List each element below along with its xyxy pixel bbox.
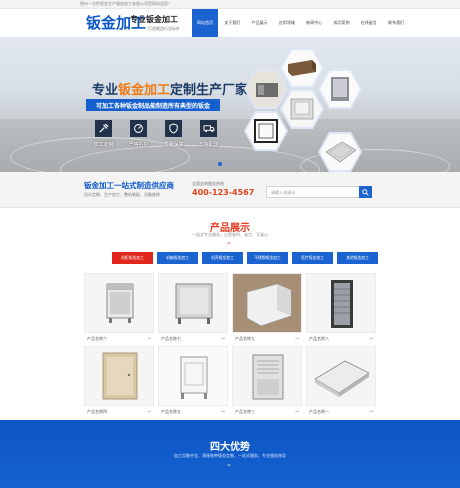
hotline-number: 400-123-4567 [192,188,255,197]
hero-banner[interactable]: 专业钣金加工定制生产厂家 可加工各种钣金制品能制造所有典型的钣金 加工定制 严格… [0,37,460,172]
banner-dot[interactable] [218,162,222,166]
feature-delivery: 支持配送 [191,120,226,164]
strip-title: 钣金加工一站式制造供应商 [84,181,174,190]
product-image [84,273,154,333]
top-bar: 德州一次性钣金生产服务加工有限公司官网欢迎您！ [0,0,460,9]
arrow-right-icon: → [146,409,151,415]
arrow-right-icon: → [368,409,373,415]
product-categories: 机柜钣金加工 机箱钣金加工 机壳钣金加工 不锈钢钣金加工 医疗钣金加工 其他钣金… [112,252,378,264]
search-button[interactable] [359,186,372,198]
feature-label: 质量保障 [163,142,184,148]
chevron-down-icon: ⌄ [226,238,232,246]
banner-hex-image [244,69,288,109]
product-card[interactable]: 产品名称七 → [158,273,228,342]
strip-subtitle: 设计定制、生产加工、整机装配、设备维修 [84,192,160,197]
tools-icon [95,120,112,137]
product-name: 产品名称四 [87,409,107,414]
shield-icon [165,120,182,137]
product-name: 产品名称三 [235,409,255,414]
product-image [232,273,302,333]
hotline-label: 全国咨询服务热线 [192,181,224,186]
nav-item-products[interactable]: 产品展示 [247,9,273,37]
product-card[interactable]: 产品名称三 → [232,346,302,415]
banner-pagination [218,162,229,166]
product-image [232,346,302,406]
product-name: 产品名称一 [309,409,329,414]
banner-hex-image [280,48,324,88]
category-tab[interactable]: 机壳钣金加工 [202,252,243,264]
product-name: 产品名称六 [87,336,107,341]
product-card[interactable]: 产品名称八 → [306,273,376,342]
nav-item-home[interactable]: 网站首页 [192,9,218,37]
product-card[interactable]: 产品名称六 → [84,273,154,342]
product-name: 产品名称五 [161,409,181,414]
welcome-text: 德州一次性钣金生产服务加工有限公司官网欢迎您！ [80,1,172,6]
product-name: 产品名称七 [161,336,181,341]
arrow-right-icon: → [220,409,225,415]
site-header: 钣金加工 专业钣金加工 打造制造行业标杆 网站首页 关于我们 产品展示 应用领域… [0,9,460,37]
header-slogan-sub: 打造制造行业标杆 [148,26,180,31]
banner-subtitle: 可加工各种钣金制品能制造所有典型的钣金 [86,99,220,111]
search-icon [362,188,369,196]
feature-custom: 加工定制 [86,120,121,164]
category-tab[interactable]: 不锈钢钣金加工 [247,252,288,264]
nav-item-message[interactable]: 在线留言 [356,9,382,37]
banner-hex-image [318,69,362,109]
feature-quality: 质量保障 [156,120,191,164]
nav-item-news[interactable]: 新闻中心 [301,9,327,37]
arrow-right-icon: → [368,336,373,342]
product-image [84,346,154,406]
advantages-title: 四大优势 [210,442,250,453]
category-tab[interactable]: 机柜钣金加工 [112,252,153,264]
search-placeholder: 请输入关键词 [271,189,295,195]
product-card[interactable]: 产品名称五 → [158,346,228,415]
nav-item-contact[interactable]: 联系我们 [383,9,409,37]
nav-item-about[interactable]: 关于我们 [219,9,245,37]
product-image [306,273,376,333]
arrow-right-icon: → [294,409,299,415]
gauge-icon [130,120,147,137]
advantages-subtitle: 加工设备齐全、承接各种钣金定制、一站式服务、专业服务指导 [174,453,286,458]
feature-label: 加工定制 [93,142,114,148]
banner-dot[interactable] [225,162,229,166]
header-slogan: 专业钣金加工 [130,14,178,24]
chevron-down-icon: ⌄ [226,460,232,468]
arrow-right-icon: → [220,336,225,342]
banner-title-post: 定制生产厂家 [170,83,249,98]
product-image [158,273,228,333]
banner-title-pre: 专业 [92,83,119,98]
product-image [158,346,228,406]
feature-control: 严格把控 [121,120,156,164]
truck-icon [200,120,217,137]
banner-title-highlight: 钣金加工 [118,83,171,98]
product-card[interactable]: 产品名称九 → [232,273,302,342]
nav-item-cases[interactable]: 成功案例 [328,9,354,37]
feature-label: 严格把控 [128,142,149,148]
arrow-right-icon: → [146,336,151,342]
arrow-right-icon: → [294,336,299,342]
banner-title: 专业钣金加工定制生产厂家 [92,79,248,98]
search-input[interactable]: 请输入关键词 [266,186,372,198]
category-tab[interactable]: 机箱钣金加工 [157,252,198,264]
category-tab[interactable]: 其他钣金加工 [337,252,378,264]
banner-features: 加工定制 严格把控 质量保障 支持配送 [86,120,226,164]
product-card[interactable]: 产品名称一 → [306,346,376,415]
nav-item-applications[interactable]: 应用领域 [274,9,300,37]
product-name: 产品名称八 [309,336,329,341]
product-image [306,346,376,406]
category-tab[interactable]: 医疗钣金加工 [292,252,333,264]
contact-strip: 钣金加工一站式制造供应商 设计定制、生产加工、整机装配、设备维修 全国咨询服务热… [0,172,460,208]
product-card[interactable]: 产品名称四 → [84,346,154,415]
feature-label: 支持配送 [198,142,219,148]
product-name: 产品名称九 [235,336,255,341]
advantages-section: 四大优势 加工设备齐全、承接各种钣金定制、一站式服务、专业服务指导 ⌄ [0,420,460,488]
main-nav: 网站首页 关于我们 产品展示 应用领域 新闻中心 成功案例 在线留言 联系我们 [192,9,410,37]
